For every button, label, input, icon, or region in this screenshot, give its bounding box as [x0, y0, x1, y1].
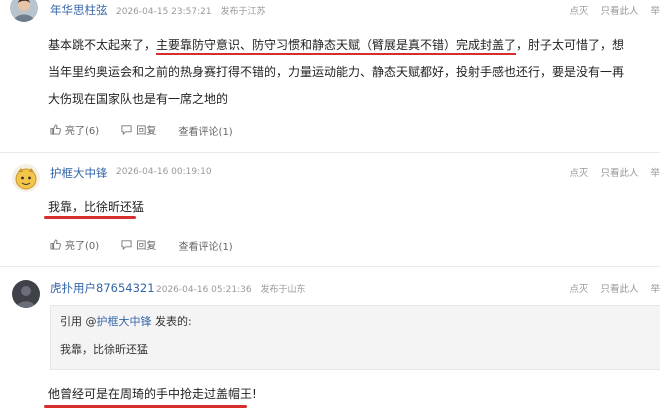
reply-button[interactable]: 回复	[121, 237, 156, 252]
quoted-comment: 引用 @护框大中锋 发表的: 我靠，比徐昕还猛 ⋯	[50, 305, 660, 370]
post-meta: 2026-04-16 05:21:36 发布于山东	[156, 282, 305, 295]
downvote-link[interactable]: 点灭	[569, 284, 588, 295]
thumb-up-icon	[50, 124, 61, 135]
reply-icon	[121, 240, 132, 250]
body-line: 大伤现在国家队也是有一席之地的	[48, 92, 229, 106]
post-location: 发布于江苏	[220, 7, 266, 17]
view-replies-label: 查看评论(1)	[178, 242, 233, 253]
post-time: 2026-04-16 00:19:10	[116, 167, 212, 177]
post-meta: 2026-04-16 00:19:10	[116, 167, 212, 177]
view-replies-button[interactable]: 查看评论(1)	[179, 238, 233, 253]
see-only-link[interactable]: 只看此人	[600, 168, 638, 179]
quote-prefix: 引用 @	[60, 315, 97, 328]
post-meta: 2026-04-15 23:57:21 发布于江苏	[116, 4, 265, 17]
report-link[interactable]: 举	[650, 168, 660, 179]
highlight-underline	[44, 405, 247, 408]
post-time: 2026-04-16 05:21:36	[156, 285, 252, 295]
highlight-underline	[44, 216, 136, 219]
avatar[interactable]	[12, 280, 40, 308]
reply-button[interactable]: 回复	[121, 122, 156, 137]
reply-label: 回复	[136, 126, 157, 137]
highlighted-text: 主要靠防守意识、防守习惯和静态天赋（臂展是真不错）完成封盖了	[156, 38, 517, 55]
username[interactable]: 年华思柱弦	[50, 2, 108, 18]
view-replies-label: 查看评论(1)	[178, 127, 233, 138]
comment-body: 他曾经可是在周琦的手中抢走过盖帽王!	[48, 387, 257, 401]
quote-suffix: 发表的:	[151, 315, 192, 328]
light-count: 亮了(0)	[65, 241, 100, 252]
reply-label: 回复	[136, 241, 157, 252]
comment-body: 基本跳不太起来了，主要靠防守意识、防守习惯和静态天赋（臂展是真不错）完成封盖了，…	[48, 32, 624, 113]
avatar[interactable]	[12, 164, 40, 192]
light-count: 亮了(6)	[65, 126, 100, 137]
reply-icon	[121, 125, 132, 135]
body-text: 基本跳不太起来了，	[48, 38, 157, 52]
view-replies-button[interactable]: 查看评论(1)	[179, 123, 233, 138]
thumb-up-icon	[50, 239, 61, 250]
username[interactable]: 虎扑用户87654321	[50, 280, 155, 296]
body-text: ，肘子太可惜了，想	[516, 38, 625, 52]
avatar-default-icon	[12, 280, 40, 308]
downvote-link[interactable]: 点灭	[569, 168, 588, 179]
see-only-link[interactable]: 只看此人	[600, 6, 638, 17]
see-only-link[interactable]: 只看此人	[600, 284, 638, 295]
post-actions: 点灭 只看此人 举	[560, 3, 660, 17]
report-link[interactable]: 举	[650, 6, 660, 17]
quote-header: 引用 @护框大中锋 发表的:	[60, 313, 192, 329]
quote-body: 我靠，比徐昕还猛	[60, 343, 148, 356]
light-button[interactable]: 亮了(0)	[50, 237, 99, 252]
post-actions: 点灭 只看此人 举	[560, 281, 660, 295]
comment-2: 护框大中锋 2026-04-16 00:19:10 点灭 只看此人 举 我靠，比…	[0, 152, 660, 267]
username[interactable]: 护框大中锋	[50, 165, 108, 181]
quoted-username[interactable]: 护框大中锋	[97, 315, 152, 328]
body-line: 当年里约奥运会和之前的热身赛打得不错的，力量运动能力、静态天赋都好，投射手感也还…	[48, 65, 625, 79]
report-link[interactable]: 举	[650, 284, 660, 295]
avatar-cartoon-icon	[12, 164, 40, 192]
avatar[interactable]	[10, 0, 38, 22]
light-button[interactable]: 亮了(6)	[50, 122, 99, 137]
post-location: 发布于山东	[260, 285, 306, 295]
avatar-photo-icon	[10, 0, 38, 22]
comment-toolbar: 亮了(0) 回复 查看评论(1)	[50, 237, 252, 253]
post-time: 2026-04-15 23:57:21	[116, 7, 212, 17]
post-actions: 点灭 只看此人 举	[560, 165, 660, 179]
comment-toolbar: 亮了(6) 回复 查看评论(1)	[50, 122, 252, 138]
comment-1: 年华思柱弦 2026-04-15 23:57:21 发布于江苏 点灭 只看此人 …	[0, 0, 660, 150]
downvote-link[interactable]: 点灭	[569, 6, 588, 17]
